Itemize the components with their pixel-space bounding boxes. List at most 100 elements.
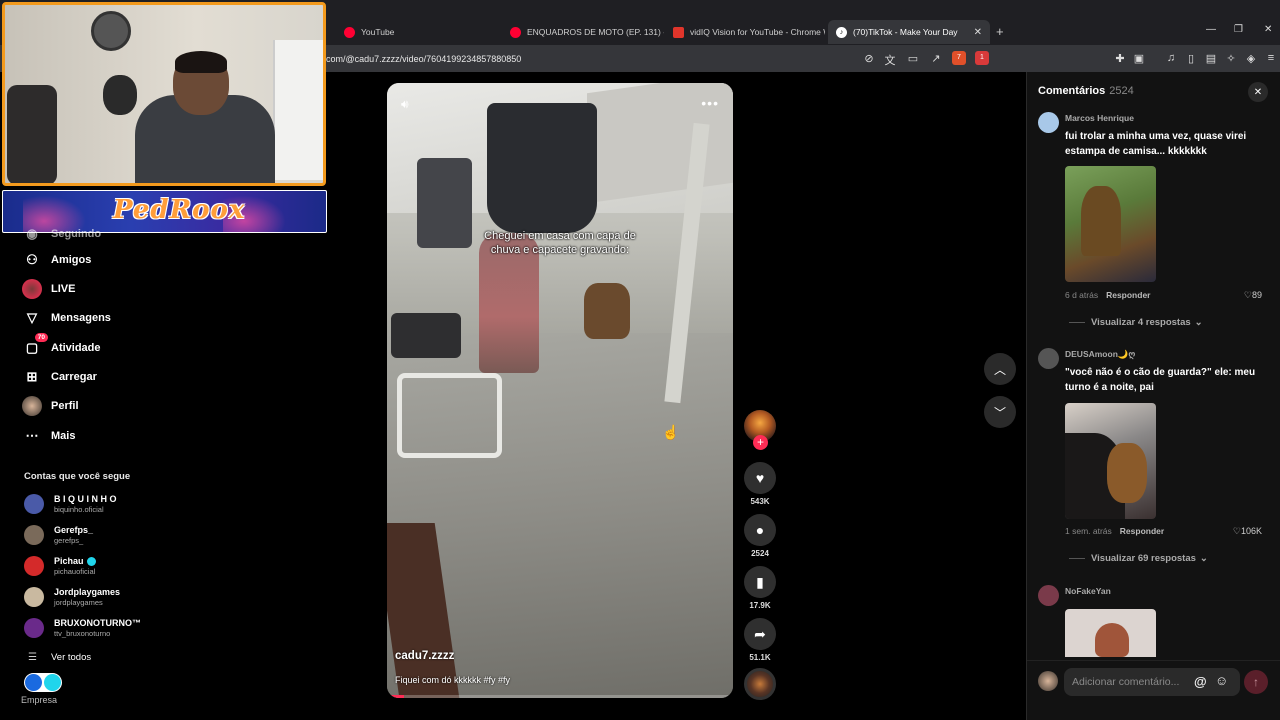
emoji-icon[interactable]: ☺ — [1215, 673, 1228, 688]
save-button[interactable]: ▮ — [744, 566, 776, 598]
video-progress-fill — [387, 695, 405, 698]
sidebar-item-more[interactable]: ⋯ Mais — [22, 426, 76, 446]
account-handle: jordplaygames — [54, 598, 103, 607]
close-window-icon[interactable]: ✕ — [1264, 24, 1272, 35]
volume-icon[interactable]: 🔊︎ — [401, 97, 409, 112]
menu-icon[interactable]: ≡ — [1264, 52, 1278, 64]
bookmark-icon: ▮ — [756, 573, 764, 590]
cast-icon[interactable]: ▭ — [906, 52, 920, 65]
comment-count: 2524 — [751, 549, 769, 558]
leo-ai-icon[interactable]: ✧ — [1224, 52, 1238, 65]
brave-rewards-icon[interactable]: 1 — [975, 51, 989, 65]
sidebar-item-label: Seguindo — [51, 228, 102, 240]
minimize-icon[interactable]: — — [1206, 24, 1216, 35]
view-replies-label: Visualizar 69 respostas — [1091, 553, 1196, 564]
business-logo[interactable] — [24, 673, 62, 692]
share-icon[interactable]: ↗ — [929, 52, 943, 65]
cam-chair — [7, 85, 57, 183]
chevron-up-icon: ︿ — [993, 362, 1006, 377]
follow-plus-icon[interactable]: + — [753, 435, 768, 450]
sidebar-icon[interactable]: ▯ — [1184, 52, 1198, 65]
sidebar-item-upload[interactable]: ⊞ Carregar — [22, 367, 97, 387]
extension-puzzle-icon[interactable]: ✚ — [1113, 52, 1127, 65]
video-player[interactable]: 🔊︎ ••• Cheguei em casa com capa de chuva… — [387, 83, 733, 698]
heart-outline-icon[interactable]: ♡ — [1244, 290, 1252, 300]
activity-icon: ▢ 70 — [22, 333, 48, 358]
sidebar-item-live[interactable]: LIVE — [22, 279, 75, 299]
comment-image[interactable] — [1065, 403, 1156, 519]
vpn-icon[interactable]: ◈ — [1244, 52, 1258, 65]
heart-outline-icon[interactable]: ♡ — [1233, 526, 1241, 536]
view-replies-button[interactable]: Visualizar 4 respostas ⌄ — [1069, 317, 1203, 328]
screen: YouTube ENQUADROS DE MOTO (EP. 131) - Y … — [0, 0, 1280, 720]
mention-icon[interactable]: @ — [1194, 674, 1207, 689]
see-all-link[interactable]: ☰ Ver todos — [28, 652, 91, 663]
like-button[interactable]: ♥ — [744, 462, 776, 494]
translate-icon[interactable]: 文 — [883, 52, 897, 68]
share-button[interactable]: ➦ — [744, 618, 776, 650]
avatar — [24, 587, 44, 607]
following-heading: Contas que você segue — [24, 471, 131, 482]
account-handle: pichauoficial — [54, 567, 96, 576]
comment-meta: 1 sem. atrás Responder — [1065, 526, 1164, 536]
followed-account[interactable]: BRUXONOTURNO™ ttv_bruxonoturno — [24, 618, 141, 638]
address-bar[interactable]: com/@cadu7.zzzz/video/760419923485788085… — [326, 54, 521, 64]
followed-account[interactable]: B I Q U I N H Obiquinho.oficial — [24, 494, 117, 514]
sidebar-item-messages[interactable]: ▽ Mensagens — [22, 308, 111, 328]
comment-time: 6 d atrás — [1065, 290, 1099, 300]
commenter-avatar[interactable] — [1038, 585, 1059, 606]
view-replies-button[interactable]: Visualizar 69 respostas ⌄ — [1069, 553, 1208, 564]
commenter-avatar[interactable] — [1038, 112, 1059, 133]
sidebar-item-label: Mais — [51, 430, 76, 442]
video-description: Fiquei com dó kkkkkk #fy #fy — [395, 675, 511, 685]
no-tracking-icon[interactable]: ⊘ — [862, 52, 876, 65]
wallet-icon[interactable]: ▤ — [1204, 52, 1218, 65]
comment-image[interactable] — [1065, 609, 1156, 657]
reply-button[interactable]: Responder — [1106, 290, 1150, 300]
comment-button[interactable]: ● — [744, 514, 776, 546]
music-disc[interactable] — [744, 668, 776, 700]
followed-account[interactable]: Jordplaygames jordplaygames — [24, 587, 120, 607]
new-tab-button[interactable]: + — [996, 24, 1004, 39]
send-comment-button[interactable]: ↑ — [1244, 670, 1268, 694]
sidebar-item-following[interactable]: ◉ Seguindo — [22, 224, 101, 244]
reply-button[interactable]: Responder — [1120, 526, 1164, 536]
tab-label: YouTube — [361, 27, 395, 37]
comments-title-label: Comentários — [1038, 85, 1106, 97]
sidebar-item-label: Perfil — [51, 400, 79, 412]
sidebar-item-activity[interactable]: ▢ 70 Atividade — [22, 333, 101, 358]
sidebar-item-profile[interactable]: Perfil — [22, 396, 79, 416]
cam-fan-2 — [103, 75, 137, 115]
screenshot-icon[interactable]: ▣ — [1132, 52, 1146, 65]
close-tab-icon[interactable]: ✕ — [974, 27, 982, 38]
followed-account[interactable]: Gerefps_ gerefps_ — [24, 525, 93, 545]
chevron-down-icon: ⌄ — [1194, 317, 1203, 328]
divider — [1069, 322, 1085, 323]
comment-image[interactable] — [1065, 166, 1156, 282]
business-link[interactable]: Empresa — [21, 695, 57, 705]
commenter-name[interactable]: DEUSAmoon🌙ღ — [1065, 349, 1135, 360]
video-progress-bar[interactable] — [387, 695, 733, 698]
next-video-button[interactable]: ﹀ — [984, 396, 1016, 428]
divider — [1069, 558, 1085, 559]
music-icon[interactable]: ♫ — [1164, 52, 1178, 64]
save-count: 17.9K — [749, 601, 771, 610]
brave-shield-icon[interactable]: 7 — [952, 51, 966, 65]
tab-enquadros[interactable]: ENQUADROS DE MOTO (EP. 131) - Y — [502, 20, 664, 44]
more-options-icon[interactable]: ••• — [701, 95, 719, 111]
sidebar-item-friends[interactable]: ⚇ Amigos — [22, 250, 91, 270]
view-replies-label: Visualizar 4 respostas — [1091, 317, 1191, 328]
comment-text: fui trolar a minha uma vez, quase virei … — [1065, 131, 1247, 157]
commenter-name[interactable]: NoFakeYan — [1065, 586, 1111, 596]
close-comments-button[interactable]: ✕ — [1248, 82, 1268, 102]
comment-input[interactable]: Adicionar comentário... — [1064, 668, 1240, 696]
followed-account[interactable]: Pichau pichauoficial — [24, 556, 96, 576]
tab-vidiq[interactable]: vidIQ Vision for YouTube - Chrome W — [665, 20, 825, 44]
video-username[interactable]: cadu7.zzzz — [395, 650, 454, 662]
commenter-name[interactable]: Marcos Henrique — [1065, 113, 1134, 123]
tab-youtube[interactable]: YouTube — [336, 20, 501, 44]
commenter-avatar[interactable] — [1038, 348, 1059, 369]
restore-icon[interactable]: ❐ — [1234, 24, 1243, 35]
previous-video-button[interactable]: ︿ — [984, 353, 1016, 385]
tab-tiktok[interactable]: ♪ (70)TikTok - Make Your Day ✕ — [828, 20, 990, 44]
